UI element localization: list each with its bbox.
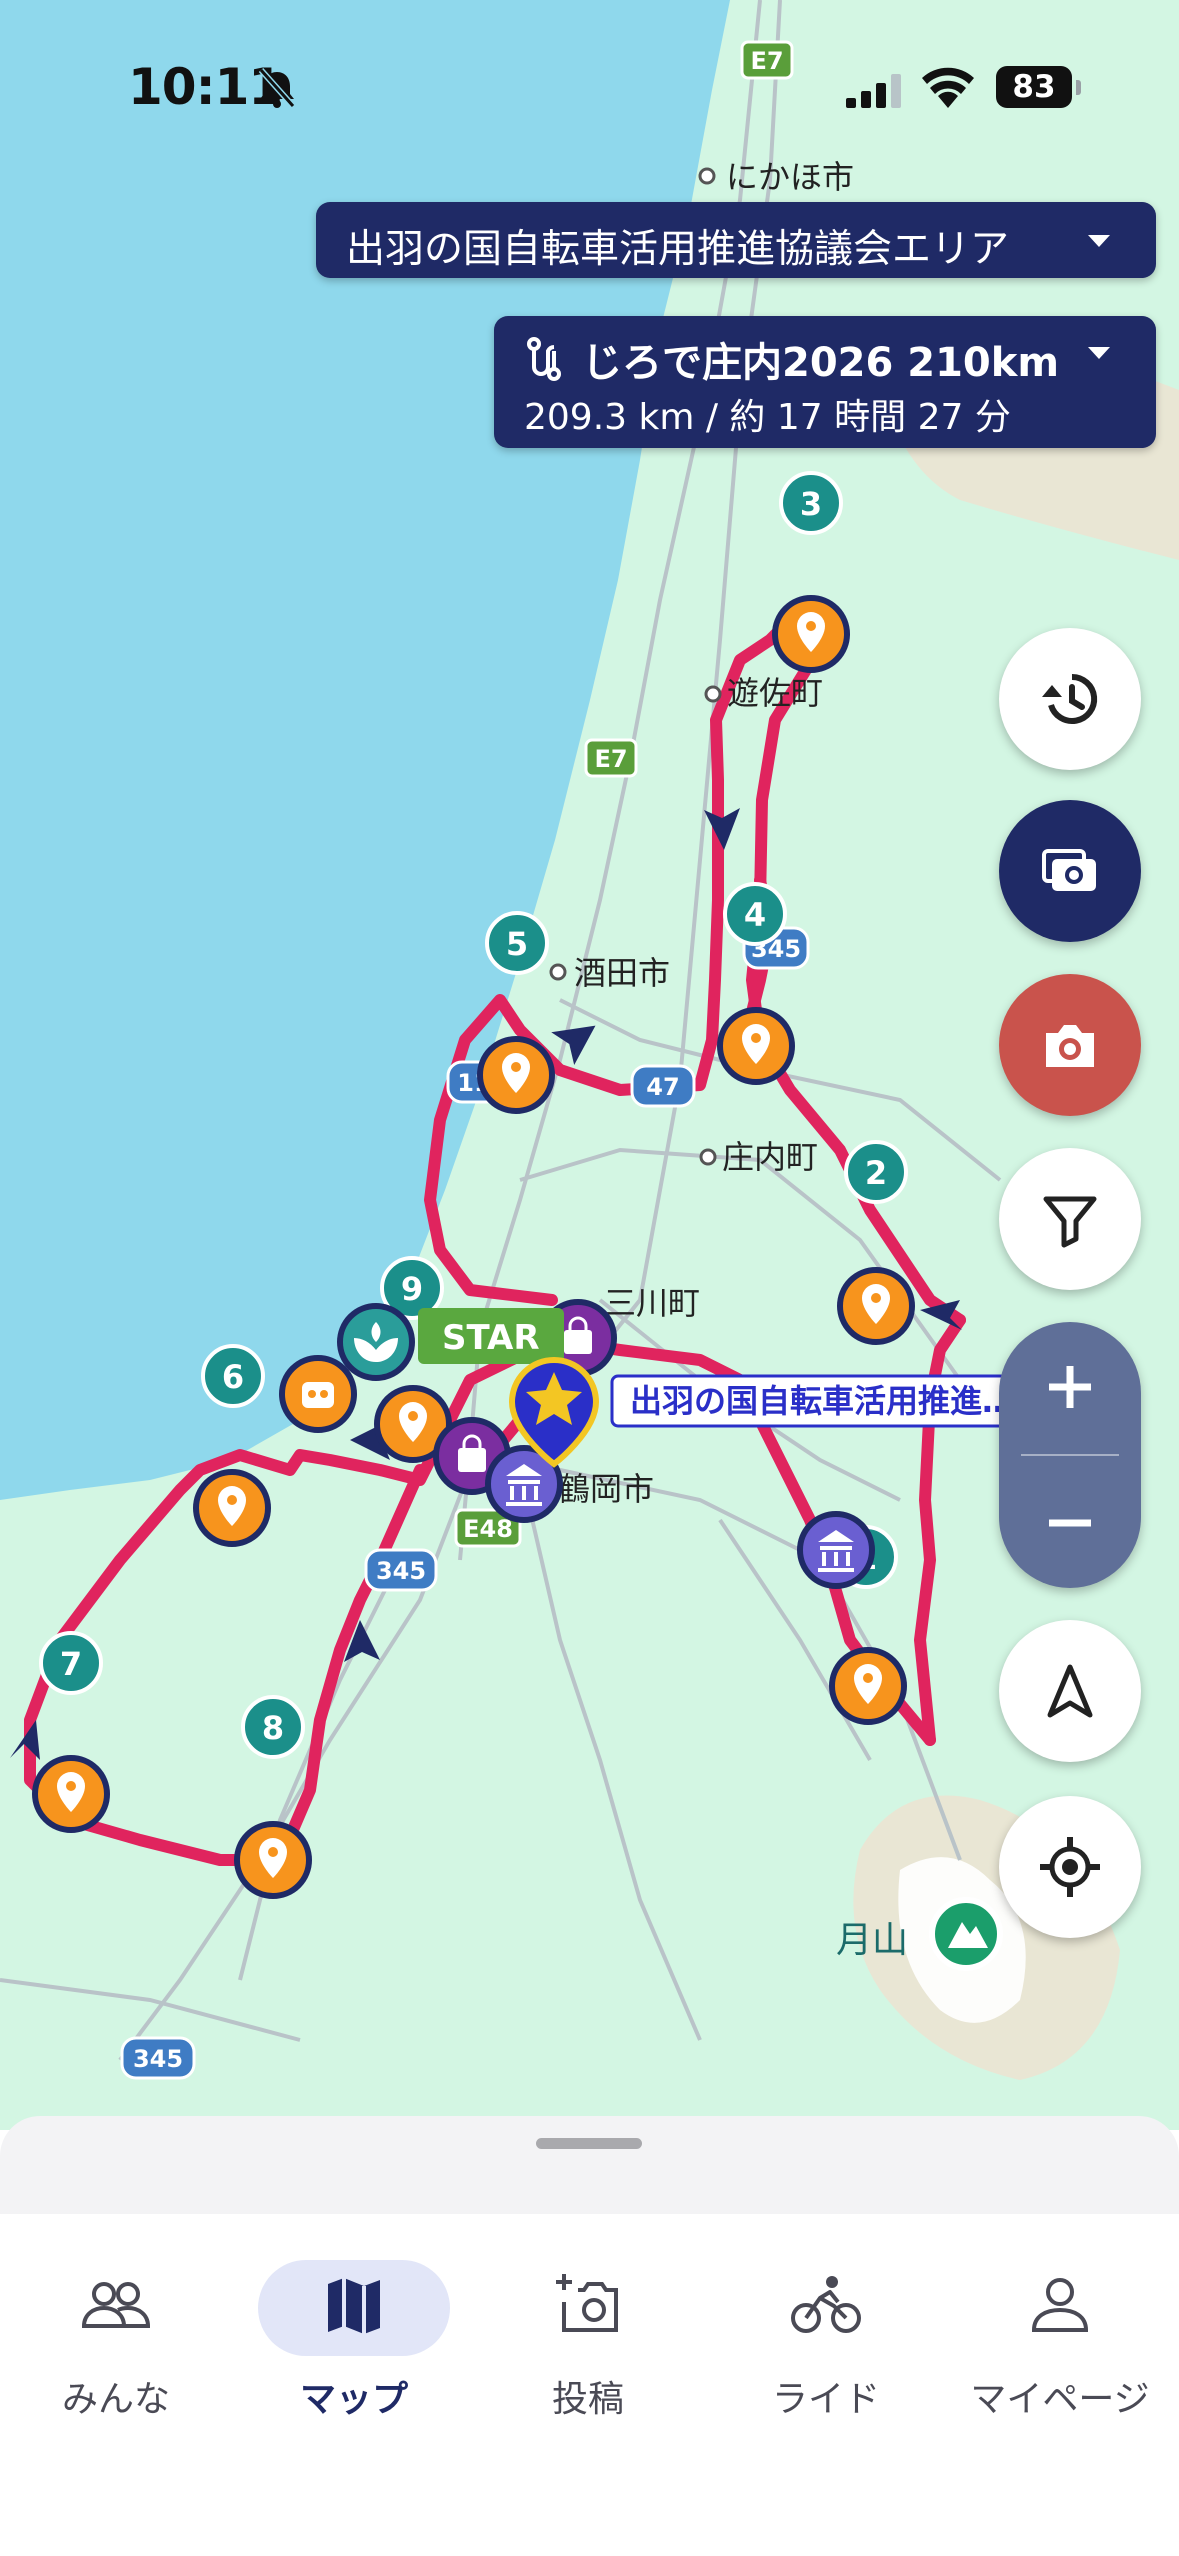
location-pin-icon[interactable] (234, 1821, 312, 1899)
checkpoint-marker[interactable]: 8 (241, 1695, 305, 1759)
nav-label: みんな (61, 2379, 170, 2420)
locate-button[interactable] (999, 1796, 1141, 1938)
place-label-shonai: 庄内町 (722, 1138, 818, 1176)
route-icon (527, 337, 561, 381)
caret-down-icon (1088, 235, 1110, 247)
plus-icon (1049, 1366, 1091, 1408)
person-icon (1031, 2278, 1089, 2332)
nav-label: ライド (771, 2379, 880, 2420)
svg-text:5: 5 (506, 925, 528, 963)
caret-down-icon (1088, 347, 1110, 359)
shield-e7-mid: E7 (594, 745, 627, 773)
start-marker[interactable]: STAR (418, 1308, 564, 1364)
shield-345-b: 345 (376, 1557, 426, 1585)
sheet-drag-handle[interactable] (536, 2138, 642, 2149)
place-label-yuza: 遊佐町 (727, 674, 823, 712)
svg-text:7: 7 (60, 1645, 82, 1683)
nav-item-mypage[interactable]: マイページ (950, 2260, 1170, 2430)
zoom-control (999, 1322, 1141, 1588)
photo-upload-button[interactable] (999, 800, 1141, 942)
route-stats: 209.3 km / 約 17 時間 27 分 (524, 397, 1011, 438)
place-label-tsuruoka: 鶴岡市 (558, 1470, 654, 1508)
svg-text:9: 9 (401, 1270, 423, 1308)
museum-icon[interactable] (797, 1511, 875, 1589)
zoom-out-button[interactable] (999, 1458, 1141, 1588)
nav-label: マップ (299, 2379, 408, 2420)
route-name: じろで庄内2026 210km (582, 340, 1060, 386)
zoom-divider (1021, 1454, 1119, 1456)
svg-text:8: 8 (262, 1709, 284, 1747)
status-bar: 10:11 83 (0, 0, 1179, 170)
battery-icon: 83 (996, 66, 1081, 108)
robot-poi-icon[interactable] (279, 1355, 357, 1433)
svg-text:4: 4 (744, 896, 766, 934)
checkpoint-marker[interactable]: 7 (39, 1631, 103, 1695)
nav-item-post[interactable]: 投稿 (478, 2260, 698, 2430)
svg-text:3: 3 (800, 485, 822, 523)
camera-icon (1046, 1025, 1094, 1067)
add-photo-icon (556, 2274, 618, 2332)
nav-label: マイページ (970, 2379, 1150, 2420)
app-screen: にかほ市 遊佐町 酒田市 庄内町 三川町 鶴岡市 月山 E7 E7 345 47… (0, 0, 1179, 2556)
navigate-button[interactable] (999, 1620, 1141, 1762)
camera-button[interactable] (999, 974, 1141, 1116)
location-pin-icon[interactable] (837, 1267, 915, 1345)
nav-item-map[interactable]: マップ (244, 2260, 464, 2430)
nav-label: 投稿 (551, 2379, 624, 2420)
bottom-nav: みんな マップ 投稿 ライド マイページ (0, 2214, 1179, 2556)
minus-icon (1049, 1519, 1091, 1527)
plant-poi-icon[interactable] (337, 1303, 415, 1381)
nav-item-ride[interactable]: ライド (716, 2260, 936, 2430)
place-label-mikawa: 三川町 (604, 1284, 700, 1322)
location-pin-icon[interactable] (772, 595, 850, 673)
svg-text:6: 6 (222, 1358, 244, 1396)
checkpoint-marker[interactable]: 3 (779, 471, 843, 535)
bell-slash-icon (258, 68, 296, 108)
filter-button[interactable] (999, 1148, 1141, 1290)
people-icon (81, 2282, 151, 2328)
navigation-arrow-icon (1047, 1664, 1093, 1718)
shield-47: 47 (646, 1073, 679, 1101)
history-icon (1042, 673, 1098, 724)
bicycle-icon (791, 2276, 861, 2333)
checkpoint-marker[interactable]: 2 (844, 1140, 908, 1204)
checkpoint-marker[interactable]: 6 (201, 1344, 265, 1408)
location-pin-icon[interactable] (717, 1007, 795, 1085)
place-label-sakata: 酒田市 (574, 954, 670, 992)
nav-item-minna[interactable]: みんな (6, 2260, 226, 2430)
shield-e48: E48 (463, 1515, 513, 1543)
cellular-signal-icon (846, 74, 901, 108)
area-dropdown[interactable]: 出羽の国自転車活用推進協議会エリア (316, 202, 1156, 278)
location-pin-icon[interactable] (32, 1755, 110, 1833)
mountain-poi-icon[interactable] (929, 1897, 1003, 1971)
checkpoint-marker[interactable]: 5 (485, 911, 549, 975)
crosshair-locate-icon (1040, 1837, 1100, 1897)
place-label-gassan: 月山 (836, 1920, 908, 1961)
filter-icon (1043, 1196, 1097, 1248)
route-dropdown[interactable]: じろで庄内2026 210km 209.3 km / 約 17 時間 27 分 (494, 316, 1156, 448)
history-button[interactable] (999, 628, 1141, 770)
zoom-in-button[interactable] (999, 1322, 1141, 1452)
location-pin-icon[interactable] (193, 1469, 271, 1547)
shield-345-c: 345 (133, 2045, 183, 2073)
location-pin-icon[interactable] (829, 1647, 907, 1725)
checkpoint-marker[interactable]: 4 (723, 882, 787, 946)
svg-text:2: 2 (865, 1154, 887, 1192)
location-pin-icon[interactable] (477, 1036, 555, 1114)
map-icon (328, 2278, 380, 2336)
wifi-icon (922, 67, 974, 108)
start-label: STAR (442, 1318, 540, 1358)
area-callout-text: 出羽の国自転車活用推進… (630, 1382, 1014, 1420)
area-dropdown-label: 出羽の国自転車活用推進協議会エリア (346, 227, 1010, 272)
photo-upload-icon (1042, 849, 1096, 891)
